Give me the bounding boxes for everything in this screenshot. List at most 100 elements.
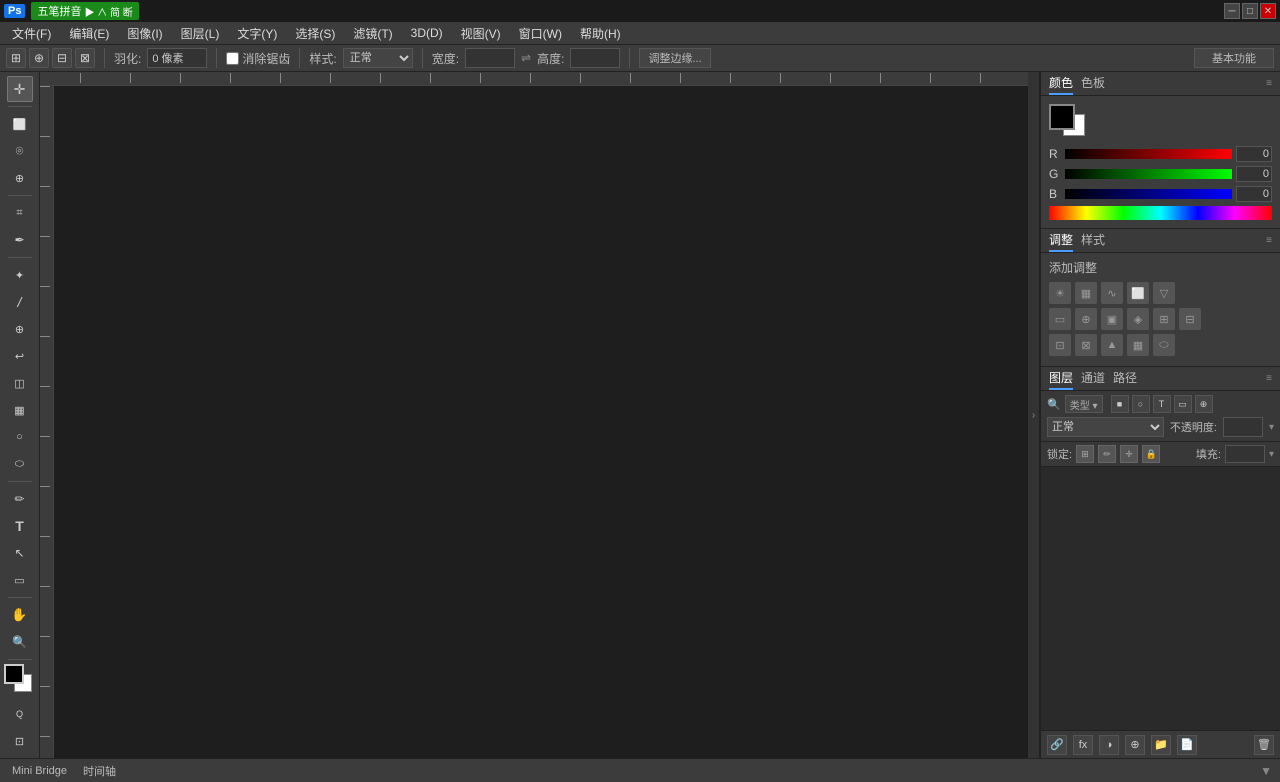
menu-type[interactable]: 文字(Y) <box>229 23 285 44</box>
layer-adj-btn[interactable]: ⊕ <box>1125 735 1145 755</box>
posterize-icon[interactable]: ⊠ <box>1075 334 1097 356</box>
rectangular-marquee-tool[interactable]: ⬜ <box>7 111 33 137</box>
dodge-tool[interactable]: ⬭ <box>7 451 33 477</box>
g-slider[interactable] <box>1065 169 1232 179</box>
canvas-area[interactable] <box>54 86 1028 758</box>
menu-layer[interactable]: 图层(L) <box>173 23 228 44</box>
g-value[interactable] <box>1236 166 1272 182</box>
style-select[interactable]: 正常 固定比例 固定大小 <box>343 48 413 68</box>
hand-tool[interactable]: ✋ <box>7 602 33 628</box>
layer-group-btn[interactable]: 📁 <box>1151 735 1171 755</box>
intersect-selection-btn[interactable]: ⊠ <box>75 48 95 68</box>
move-tool[interactable]: ✛ <box>7 76 33 102</box>
menu-window[interactable]: 窗口(W) <box>511 23 570 44</box>
quick-mask-btn[interactable]: Q <box>7 701 33 727</box>
width-input[interactable] <box>465 48 515 68</box>
layer-delete-btn[interactable]: 🗑 <box>1254 735 1274 755</box>
lock-position-icon[interactable]: ✏ <box>1098 445 1116 463</box>
subtract-selection-btn[interactable]: ⊟ <box>52 48 72 68</box>
path-select-tool[interactable]: ↖ <box>7 540 33 566</box>
layer-new-btn[interactable]: 📄 <box>1177 735 1197 755</box>
pixel-layer-icon[interactable]: ■ <box>1111 395 1129 413</box>
layer-fx-btn[interactable]: fx <box>1073 735 1093 755</box>
clone-tool[interactable]: ⊕ <box>7 316 33 342</box>
bw-icon[interactable]: ▣ <box>1101 308 1123 330</box>
gradient-map-icon[interactable]: ▦ <box>1127 334 1149 356</box>
lock-pixels-icon[interactable]: ⊞ <box>1076 445 1094 463</box>
menu-3d[interactable]: 3D(D) <box>403 24 451 42</box>
height-input[interactable] <box>570 48 620 68</box>
anti-alias-checkbox[interactable] <box>226 52 239 65</box>
menu-filter[interactable]: 滤镜(T) <box>345 23 400 44</box>
gradient-tool[interactable]: ▦ <box>7 397 33 423</box>
healing-tool[interactable]: ✦ <box>7 262 33 288</box>
exposure-icon[interactable]: ⬜ <box>1127 282 1149 304</box>
b-slider[interactable] <box>1065 189 1232 199</box>
type-tool[interactable]: T <box>7 513 33 539</box>
menu-image[interactable]: 图像(I) <box>119 23 170 44</box>
history-brush-tool[interactable]: ↩ <box>7 343 33 369</box>
layers-type-btn[interactable]: 类型 ▾ <box>1065 395 1103 413</box>
menu-help[interactable]: 帮助(H) <box>572 23 629 44</box>
layer-link-btn[interactable]: 🔗 <box>1047 735 1067 755</box>
blur-tool[interactable]: ○ <box>7 424 33 450</box>
threshold-icon[interactable]: ▲ <box>1101 334 1123 356</box>
layers-panel-menu-btn[interactable]: ≡ <box>1266 373 1272 384</box>
eyedropper-tool[interactable]: ✒ <box>7 227 33 253</box>
tab-layers[interactable]: 图层 <box>1049 367 1073 390</box>
tab-adjust[interactable]: 调整 <box>1049 229 1073 252</box>
screen-mode-btn[interactable]: ⊡ <box>7 728 33 754</box>
foreground-color-box[interactable] <box>1049 104 1075 130</box>
menu-select[interactable]: 选择(S) <box>287 23 343 44</box>
channelmixer-icon[interactable]: ⊞ <box>1153 308 1175 330</box>
menu-view[interactable]: 视图(V) <box>453 23 509 44</box>
colorlookup-icon[interactable]: ⊟ <box>1179 308 1201 330</box>
photofilter-icon[interactable]: ◈ <box>1127 308 1149 330</box>
swap-icon[interactable]: ⇌ <box>521 51 531 65</box>
tab-channels[interactable]: 通道 <box>1081 367 1105 390</box>
smart-layer-icon[interactable]: ⊕ <box>1195 395 1213 413</box>
vibrance-icon[interactable]: ▽ <box>1153 282 1175 304</box>
fill-input[interactable] <box>1225 445 1265 463</box>
quick-select-tool[interactable]: ⊕ <box>7 165 33 191</box>
color-panel-menu-btn[interactable]: ≡ <box>1266 78 1272 89</box>
levels-icon[interactable]: ▦ <box>1075 282 1097 304</box>
lock-move-icon[interactable]: ✛ <box>1120 445 1138 463</box>
menu-edit[interactable]: 编辑(E) <box>61 23 117 44</box>
color-spectrum[interactable] <box>1049 206 1272 220</box>
add-selection-btn[interactable]: ⊕ <box>29 48 49 68</box>
layer-blend-mode-select[interactable]: 正常 <box>1047 417 1164 437</box>
close-button[interactable]: ✕ <box>1260 3 1276 19</box>
tab-color[interactable]: 颜色 <box>1049 72 1073 95</box>
crop-tool[interactable]: ⌗ <box>7 200 33 226</box>
tab-paths[interactable]: 路径 <box>1113 367 1137 390</box>
menu-file[interactable]: 文件(F) <box>4 23 59 44</box>
feather-input[interactable] <box>147 48 207 68</box>
tab-timeline[interactable]: 时间轴 <box>79 761 120 781</box>
workspace-btn[interactable]: 基本功能 <box>1194 48 1274 68</box>
opacity-input[interactable] <box>1223 417 1263 437</box>
adjust-panel-menu-btn[interactable]: ≡ <box>1266 235 1272 246</box>
curves-icon[interactable]: ∿ <box>1101 282 1123 304</box>
tab-swatches[interactable]: 色板 <box>1081 72 1105 95</box>
type-layer-icon[interactable]: T <box>1153 395 1171 413</box>
brush-tool[interactable]: / <box>7 289 33 315</box>
selective-color-icon[interactable]: ⬭ <box>1153 334 1175 356</box>
minimize-button[interactable]: ─ <box>1224 3 1240 19</box>
invert-icon[interactable]: ⊡ <box>1049 334 1071 356</box>
bottom-collapse-btn[interactable]: ▼ <box>1260 764 1272 778</box>
new-selection-btn[interactable]: ⊞ <box>6 48 26 68</box>
shape-layer-icon[interactable]: ▭ <box>1174 395 1192 413</box>
panel-collapse-handle[interactable]: › <box>1028 72 1040 758</box>
adjust-layer-icon[interactable]: ○ <box>1132 395 1150 413</box>
hsl-icon[interactable]: ▭ <box>1049 308 1071 330</box>
colorbalance-icon[interactable]: ⊕ <box>1075 308 1097 330</box>
brightness-icon[interactable]: ☀ <box>1049 282 1071 304</box>
lasso-tool[interactable]: ⌾ <box>7 138 33 164</box>
shape-tool[interactable]: ▭ <box>7 567 33 593</box>
tab-styles[interactable]: 样式 <box>1081 229 1105 252</box>
adjust-edges-btn[interactable]: 调整边缘... <box>639 48 710 68</box>
ime-toolbar[interactable]: 五笔拼音 ▶ ∧ 简 断 <box>31 2 138 20</box>
tab-mini-bridge[interactable]: Mini Bridge <box>8 763 71 779</box>
layer-mask-btn[interactable]: ◑ <box>1099 735 1119 755</box>
